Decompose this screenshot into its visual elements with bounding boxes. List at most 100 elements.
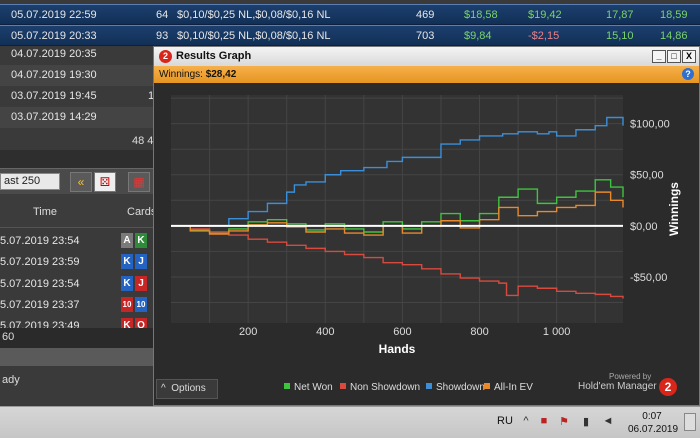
app-logo-icon: 2 (159, 50, 172, 63)
hands-scrollbar[interactable] (0, 348, 156, 366)
legend-swatch (484, 383, 490, 389)
language-indicator[interactable]: RU (497, 415, 513, 427)
session-date: 05.07.2019 20:33 (11, 30, 97, 42)
list-item[interactable]: 5.07.2019 23:37 10 10 (0, 294, 156, 316)
clock[interactable]: 0:07 06.07.2019 (628, 410, 679, 436)
app-tray-icon[interactable]: ■ (538, 415, 550, 429)
minimize-button[interactable]: _ (652, 50, 666, 63)
session-date: 05.07.2019 22:59 (11, 9, 97, 21)
hand-time: 5.07.2019 23:37 (0, 299, 80, 311)
hands-toolbar: ast 250 « ⚄ ▦ (0, 168, 156, 194)
maximize-button[interactable]: □ (667, 50, 681, 63)
card: 10 (135, 297, 147, 312)
session-stakes: $0,10/$0,25 NL,$0,08/$0,16 NL (177, 30, 331, 42)
y-axis-label: Winnings (667, 182, 681, 236)
window-titlebar[interactable]: 2 Results Graph _ □ X (154, 47, 699, 66)
table-row[interactable]: 05.07.2019 22:59 64 $0,10/$0,25 NL,$0,08… (0, 4, 700, 25)
results-chart: 200 400 600 800 1 000 $100,00 $50,00 $0,00 -$50… (171, 95, 681, 393)
list-item[interactable]: 5.07.2019 23:54 K J (0, 273, 156, 295)
table-row[interactable]: 05.07.2019 20:33 93 $0,10/$0,25 NL,$0,08… (0, 25, 700, 46)
legend-swatch (284, 383, 290, 389)
session-date: 03.07.2019 19:45 (11, 90, 97, 102)
x-tick-label: 800 (470, 326, 488, 338)
clock-date: 06.07.2019 (628, 424, 679, 435)
x-tick-label: 600 (393, 326, 411, 338)
chevron-up-icon: ^ (161, 383, 166, 394)
legend-label[interactable]: Showdown (436, 382, 485, 393)
hands-count: 60 (0, 328, 156, 348)
x-axis-ticks: 200 400 600 800 1 000 (239, 326, 570, 338)
winnings-label: Winnings: $28,42 (159, 69, 237, 80)
session-bb: 17,87 (606, 9, 634, 21)
card: Q (135, 318, 147, 328)
status-text: ady (0, 366, 156, 406)
session-date: 03.07.2019 14:29 (11, 111, 97, 123)
hand-time: 5.07.2019 23:54 (0, 278, 80, 290)
list-item[interactable]: 5.07.2019 23:49 K Q (0, 315, 156, 328)
tray-expand-icon[interactable]: ^ (520, 415, 532, 429)
session-bb: 15,10 (606, 30, 634, 42)
sessions-footer: 48 4 (132, 135, 154, 147)
signal-icon[interactable]: ▮ (580, 415, 592, 429)
results-graph-window: 2 Results Graph _ □ X Winnings: $28,42 ?… (153, 46, 700, 406)
card: K (121, 276, 133, 291)
volume-icon[interactable]: ◄ (602, 415, 614, 429)
card: K (121, 254, 133, 269)
legend-label[interactable]: All-In EV (494, 382, 533, 393)
taskbar: RU ^ ■ ⚑ ▮ ◄ 0:07 06.07.2019 (0, 406, 700, 438)
session-stakes: $0,10/$0,25 NL,$0,08/$0,16 NL (177, 9, 331, 21)
options-label: Options (171, 383, 206, 394)
session-tables: 93 (156, 30, 169, 42)
window-title: Results Graph (176, 50, 252, 62)
card: A (121, 233, 133, 248)
legend-label[interactable]: Non Showdown (350, 382, 420, 393)
session-won: $18,58 (464, 9, 498, 21)
legend-swatch (340, 383, 346, 389)
session-hands: 469 (416, 9, 435, 21)
session-bbev: 14,86 (660, 30, 688, 42)
hand-time: 5.07.2019 23:49 (0, 320, 80, 328)
card: J (135, 254, 147, 269)
hand-time: 5.07.2019 23:59 (0, 256, 80, 268)
color-grid-icon[interactable]: ▦ (128, 172, 150, 192)
legend-swatch (426, 383, 432, 389)
hand-time: 5.07.2019 23:54 (0, 235, 80, 247)
powered-by-text: Powered by (609, 372, 652, 381)
y-tick-label: -$50,00 (630, 272, 667, 284)
x-tick-label: 1 000 (543, 326, 571, 338)
brand-logo-icon: 2 (659, 378, 677, 396)
session-date: 04.07.2019 19:30 (11, 69, 97, 81)
filter-dropdown[interactable]: ast 250 (0, 173, 60, 190)
x-axis-label: Hands (379, 342, 416, 356)
rewind-icon[interactable]: « (70, 172, 92, 192)
session-ev: -$2,15 (528, 30, 560, 42)
y-axis-ticks: $100,00 $50,00 $0,00 -$50,00 (630, 119, 670, 284)
card: 10 (121, 297, 133, 312)
hands-header: Time Cards (0, 194, 156, 228)
col-cards[interactable]: Cards (127, 206, 156, 218)
x-tick-label: 400 (316, 326, 334, 338)
legend: Net Won Non Showdown Showdown All-In EV (284, 382, 533, 393)
session-tables: 64 (156, 9, 169, 21)
clock-time: 0:07 (642, 411, 662, 422)
show-desktop-button[interactable] (684, 413, 696, 431)
help-icon[interactable]: ? (682, 68, 694, 80)
col-time[interactable]: Time (33, 206, 57, 218)
card: J (135, 276, 147, 291)
session-won: $9,84 (464, 30, 492, 42)
session-date: 04.07.2019 20:35 (11, 48, 97, 60)
card: K (121, 318, 133, 328)
brand-name: Hold'em Manager (578, 381, 657, 392)
options-button[interactable]: ^ Options (156, 379, 218, 399)
y-tick-label: $50,00 (630, 170, 664, 182)
legend-label[interactable]: Net Won (294, 382, 333, 393)
list-item[interactable]: 5.07.2019 23:59 K J (0, 251, 156, 273)
list-item[interactable]: 5.07.2019 23:54 A K (0, 230, 156, 252)
session-ev: $19,42 (528, 9, 562, 21)
flag-icon[interactable]: ⚑ (558, 415, 570, 429)
x-tick-label: 200 (239, 326, 257, 338)
winnings-bar: Winnings: $28,42 ? (154, 66, 699, 83)
dice-icon[interactable]: ⚄ (94, 172, 116, 192)
close-button[interactable]: X (682, 50, 696, 63)
winnings-value: $28,42 (205, 69, 237, 80)
